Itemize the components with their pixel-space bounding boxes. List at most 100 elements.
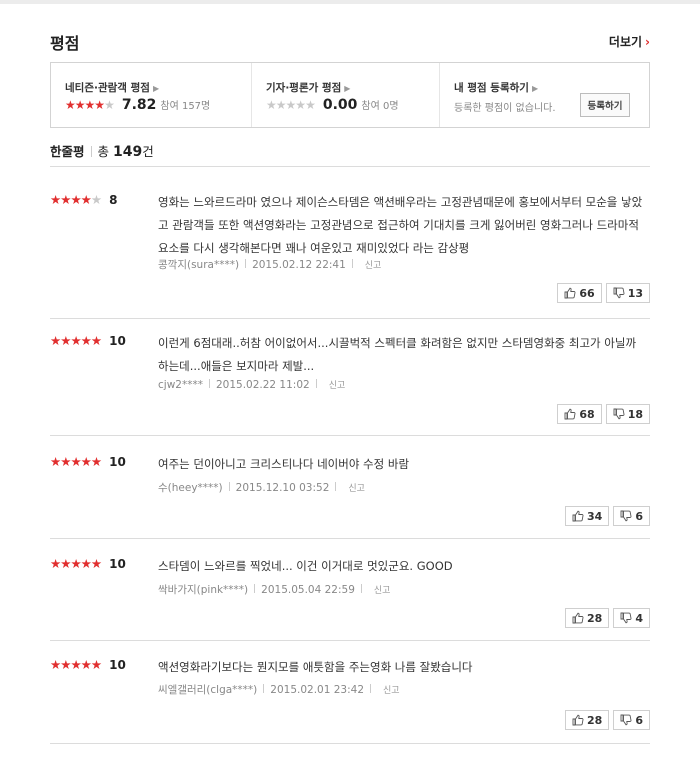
list-item: ★★★★★ 8 영화는 느와르드라마 였으나 제이슨스타뎀은 액션배우라는 고정관… — [50, 193, 650, 319]
star-filled-icon: ★ — [50, 657, 61, 672]
downvote-count: 6 — [635, 509, 643, 523]
review-author[interactable]: cjw2**** — [158, 379, 203, 391]
thumbs-up-icon — [572, 510, 584, 522]
downvote-button[interactable]: 13 — [605, 283, 650, 303]
review-author[interactable]: 씨엘갤러리(clga****) — [158, 684, 257, 696]
review-date: 2015.02.01 23:42 — [270, 684, 365, 696]
review-star-rating: ★★★★★ — [50, 556, 102, 571]
chevron-right-icon: › — [645, 35, 650, 49]
review-meta: 싹바가지(pink****) 2015.05.04 22:59 신고 — [158, 582, 390, 597]
downvote-count: 18 — [627, 407, 643, 421]
section-title: 평점 — [50, 34, 80, 53]
upvote-count: 34 — [587, 509, 603, 523]
star-filled-icon: ★ — [74, 98, 86, 112]
list-item: ★★★★★ 10 여주는 던이아니고 크리스티나다 네이버야 수정 바람 수(he… — [50, 455, 650, 539]
thumbs-up-icon — [564, 408, 576, 420]
star-filled-icon: ★ — [70, 657, 81, 672]
downvote-count: 4 — [635, 611, 643, 625]
divider — [335, 482, 337, 491]
star-filled-icon: ★ — [90, 657, 102, 672]
upvote-button[interactable]: 28 — [565, 710, 610, 730]
review-text: 액션영화라기보다는 뭔지모를 애틋함을 주는영화 나름 잘봤습니다 — [158, 660, 473, 674]
critic-rating: 기자·평론가 평점 ▶ ★★★★★ 0.00 참여 0명 — [251, 63, 439, 127]
netizen-rating-link[interactable]: 네티즌·관람객 평점 ▶ — [65, 80, 159, 95]
divider — [360, 584, 362, 593]
critic-rating-link[interactable]: 기자·평론가 평점 ▶ — [266, 80, 350, 95]
upvote-count: 66 — [579, 286, 595, 300]
upvote-button[interactable]: 28 — [565, 608, 610, 628]
downvote-button[interactable]: 6 — [613, 506, 650, 526]
star-filled-icon: ★ — [80, 333, 92, 348]
star-filled-icon: ★ — [70, 333, 81, 348]
star-filled-icon: ★ — [80, 556, 92, 571]
review-meta: 씨엘갤러리(clga****) 2015.02.01 23:42 신고 — [158, 682, 400, 697]
review-score: 10 — [109, 557, 126, 571]
upvote-button[interactable]: 34 — [565, 506, 610, 526]
divider — [254, 584, 256, 593]
review-author[interactable]: 콩깍지(sura****) — [158, 259, 239, 271]
star-filled-icon: ★ — [60, 657, 71, 672]
divider — [208, 379, 210, 388]
review-text: 이런게 6점대래..허참 어이없어서...시끌벅적 스펙터클 화려함은 없지만 … — [158, 336, 637, 373]
thumbs-down-icon — [620, 510, 632, 522]
triangle-right-icon: ▶ — [344, 84, 351, 93]
report-link[interactable]: 신고 — [374, 586, 391, 596]
thumbs-down-icon — [613, 408, 625, 420]
star-filled-icon: ★ — [90, 556, 102, 571]
rating-header: 평점 더보기 › — [50, 30, 650, 54]
star-filled-icon: ★ — [65, 98, 76, 112]
critic-rating-label: 기자·평론가 평점 — [266, 82, 342, 94]
thumbs-down-icon — [620, 612, 632, 624]
upvote-button[interactable]: 68 — [557, 404, 602, 424]
report-link[interactable]: 신고 — [348, 484, 365, 494]
top-divider — [0, 0, 700, 4]
review-author[interactable]: 싹바가지(pink****) — [158, 584, 248, 596]
star-filled-icon: ★ — [94, 98, 105, 112]
review-date: 2015.02.12 22:41 — [252, 259, 346, 271]
review-text: 여주는 던이아니고 크리스티나다 네이버야 수정 바람 — [158, 457, 410, 471]
downvote-button[interactable]: 18 — [605, 404, 650, 424]
report-link[interactable]: 신고 — [365, 261, 382, 271]
star-filled-icon: ★ — [70, 192, 81, 207]
divider — [228, 482, 230, 491]
star-filled-icon: ★ — [60, 454, 71, 469]
netizen-star-rating: ★★★★★ — [65, 98, 115, 112]
netizen-rating-label: 네티즌·관람객 평점 — [65, 82, 150, 94]
report-link[interactable]: 신고 — [329, 381, 346, 391]
register-rating-button[interactable]: 등록하기 — [580, 93, 630, 117]
star-filled-icon: ★ — [60, 333, 71, 348]
review-meta: 콩깍지(sura****) 2015.02.12 22:41 신고 — [158, 257, 381, 272]
critic-participants: 참여 0명 — [361, 101, 399, 112]
star-filled-icon: ★ — [84, 98, 96, 112]
thumbs-up-icon — [572, 714, 584, 726]
downvote-button[interactable]: 4 — [613, 608, 650, 628]
review-meta: cjw2**** 2015.02.22 11:02 신고 — [158, 378, 345, 391]
my-rating-link[interactable]: 내 평점 등록하기 ▶ — [454, 80, 538, 95]
review-star-rating: ★★★★★ — [50, 454, 102, 469]
review-meta: 수(heey****) 2015.12.10 03:52 신고 — [158, 480, 365, 495]
review-text: 영화는 느와르드라마 였으나 제이슨스타뎀은 액션배우라는 고정관념때문에 홍보… — [158, 195, 643, 255]
review-score: 8 — [109, 193, 118, 207]
netizen-rating: 네티즌·관람객 평점 ▶ ★★★★★ 7.82 참여 157명 — [51, 63, 251, 127]
triangle-right-icon: ▶ — [152, 84, 160, 93]
netizen-score: 7.82 — [121, 97, 157, 113]
upvote-button[interactable]: 66 — [557, 283, 602, 303]
oneline-title: 한줄평 — [50, 144, 85, 159]
more-link[interactable]: 더보기 › — [609, 33, 650, 50]
star-filled-icon: ★ — [50, 556, 61, 571]
review-text: 스타뎀이 느와르를 찍었네... 이건 이거대로 멋있군요. GOOD — [158, 559, 453, 573]
divider — [370, 684, 372, 693]
star-empty-icon: ★ — [285, 98, 297, 112]
review-author[interactable]: 수(heey****) — [158, 482, 223, 494]
netizen-participants: 참여 157명 — [160, 101, 211, 112]
review-star-rating: ★★★★★ — [50, 192, 102, 207]
star-filled-icon: ★ — [70, 556, 81, 571]
review-date: 2015.12.10 03:52 — [235, 482, 330, 494]
triangle-right-icon: ▶ — [531, 84, 539, 93]
report-link[interactable]: 신고 — [383, 686, 400, 696]
thumbs-up-icon — [572, 612, 584, 624]
divider — [245, 259, 247, 268]
my-rating-label: 내 평점 등록하기 — [454, 82, 529, 94]
downvote-button[interactable]: 6 — [613, 710, 650, 730]
star-empty-icon: ★ — [104, 98, 115, 112]
